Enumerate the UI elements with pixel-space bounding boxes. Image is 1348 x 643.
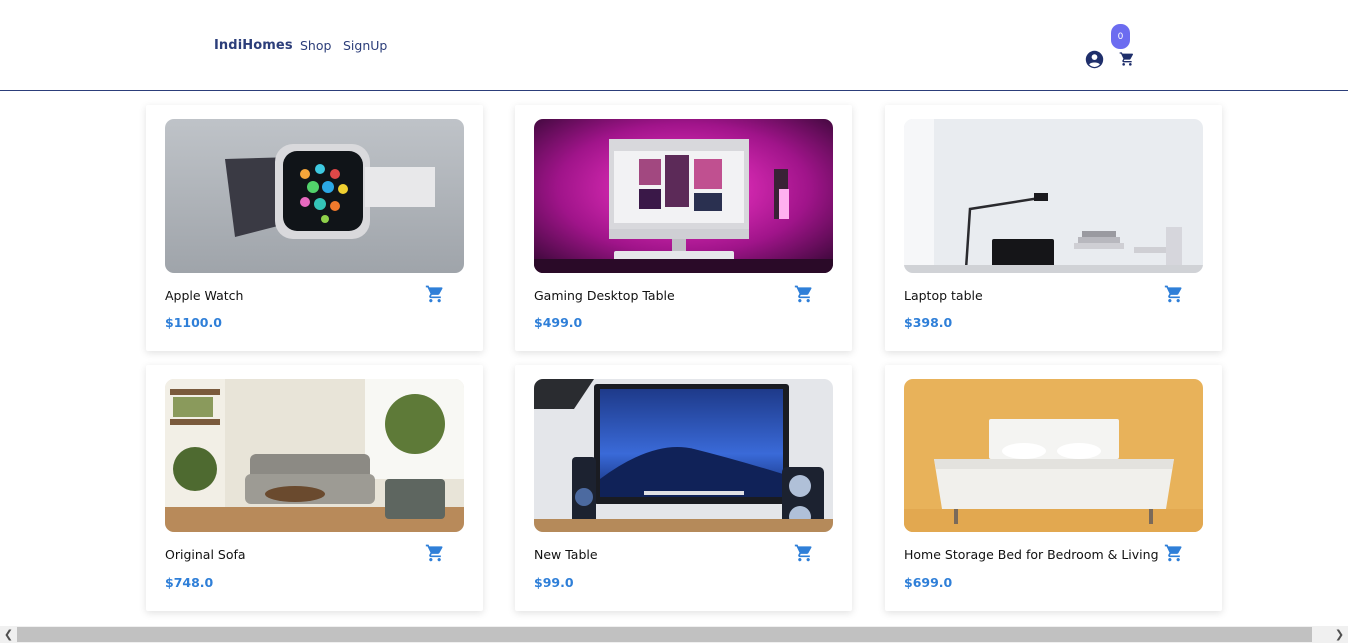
product-card[interactable]: Gaming Desktop Table $499.0 bbox=[515, 105, 852, 351]
scrollbar-thumb[interactable] bbox=[17, 627, 1312, 642]
product-card[interactable]: New Table $99.0 bbox=[515, 365, 852, 611]
add-to-cart-icon[interactable] bbox=[794, 284, 814, 304]
product-price: $398.0 bbox=[904, 315, 953, 330]
product-price: $499.0 bbox=[534, 315, 583, 330]
product-price: $1100.0 bbox=[165, 315, 222, 330]
brand-logo[interactable]: IndiHomes bbox=[214, 38, 293, 53]
add-to-cart-icon[interactable] bbox=[1164, 543, 1184, 563]
product-price: $699.0 bbox=[904, 575, 953, 590]
add-to-cart-icon[interactable] bbox=[425, 543, 445, 563]
product-name[interactable]: Laptop table bbox=[904, 288, 983, 303]
product-card[interactable]: Apple Watch $1100.0 bbox=[146, 105, 483, 351]
product-card[interactable]: Home Storage Bed for Bedroom & Living $6… bbox=[885, 365, 1222, 611]
product-image-gaming-desktop-table[interactable] bbox=[534, 119, 833, 273]
add-to-cart-icon[interactable] bbox=[425, 284, 445, 304]
horizontal-scrollbar[interactable]: ❮ ❯ bbox=[0, 626, 1348, 643]
product-name[interactable]: New Table bbox=[534, 547, 598, 562]
product-image-home-storage-bed[interactable] bbox=[904, 379, 1203, 532]
cart-count-badge: 0 bbox=[1111, 24, 1130, 49]
product-image-laptop-table[interactable] bbox=[904, 119, 1203, 273]
nav-link-signup[interactable]: SignUp bbox=[343, 38, 387, 53]
nav-link-shop[interactable]: Shop bbox=[300, 38, 331, 53]
product-name[interactable]: Apple Watch bbox=[165, 288, 243, 303]
product-name[interactable]: Home Storage Bed for Bedroom & Living bbox=[904, 547, 1159, 562]
product-card[interactable]: Original Sofa $748.0 bbox=[146, 365, 483, 611]
add-to-cart-icon[interactable] bbox=[794, 543, 814, 563]
scroll-right-arrow-icon[interactable]: ❯ bbox=[1331, 626, 1348, 643]
account-circle-icon[interactable] bbox=[1085, 50, 1104, 69]
product-price: $748.0 bbox=[165, 575, 214, 590]
shopping-cart-icon[interactable] bbox=[1119, 51, 1135, 67]
product-image-apple-watch[interactable] bbox=[165, 119, 464, 273]
add-to-cart-icon[interactable] bbox=[1164, 284, 1184, 304]
product-price: $99.0 bbox=[534, 575, 574, 590]
product-name[interactable]: Gaming Desktop Table bbox=[534, 288, 675, 303]
product-image-original-sofa[interactable] bbox=[165, 379, 464, 532]
product-image-new-table[interactable] bbox=[534, 379, 833, 532]
navbar: IndiHomes Shop SignUp 0 bbox=[0, 0, 1348, 91]
product-card[interactable]: Laptop table $398.0 bbox=[885, 105, 1222, 351]
scroll-left-arrow-icon[interactable]: ❮ bbox=[0, 626, 17, 643]
product-name[interactable]: Original Sofa bbox=[165, 547, 246, 562]
